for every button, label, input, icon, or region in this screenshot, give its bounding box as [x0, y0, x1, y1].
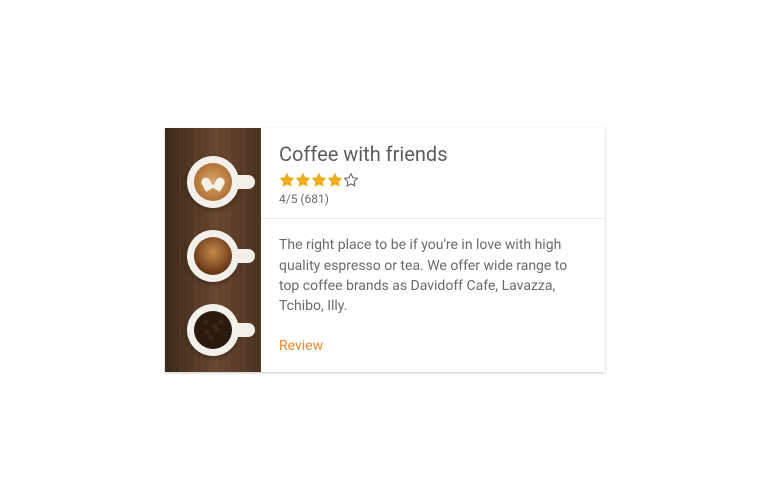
place-thumbnail	[165, 128, 261, 373]
star-filled-icon	[327, 172, 343, 188]
place-title: Coffee with friends	[279, 142, 587, 166]
card-body: The right place to be if you're in love …	[261, 219, 605, 372]
rating-text: 4/5 (681)	[279, 192, 587, 206]
rating-stars	[279, 172, 587, 189]
place-description: The right place to be if you're in love …	[279, 235, 587, 316]
star-filled-icon	[295, 172, 311, 188]
card-header: Coffee with friends 4/5 (681)	[261, 128, 605, 220]
star-filled-icon	[311, 172, 327, 188]
star-empty-icon	[343, 172, 359, 188]
card-content: Coffee with friends 4/5 (681) The right …	[261, 128, 605, 373]
espresso-cup-icon	[187, 230, 239, 282]
place-card: Coffee with friends 4/5 (681) The right …	[165, 128, 605, 373]
latte-cup-icon	[187, 156, 239, 208]
star-filled-icon	[279, 172, 295, 188]
review-link[interactable]: Review	[279, 338, 323, 354]
coffee-beans-cup-icon	[187, 304, 239, 356]
